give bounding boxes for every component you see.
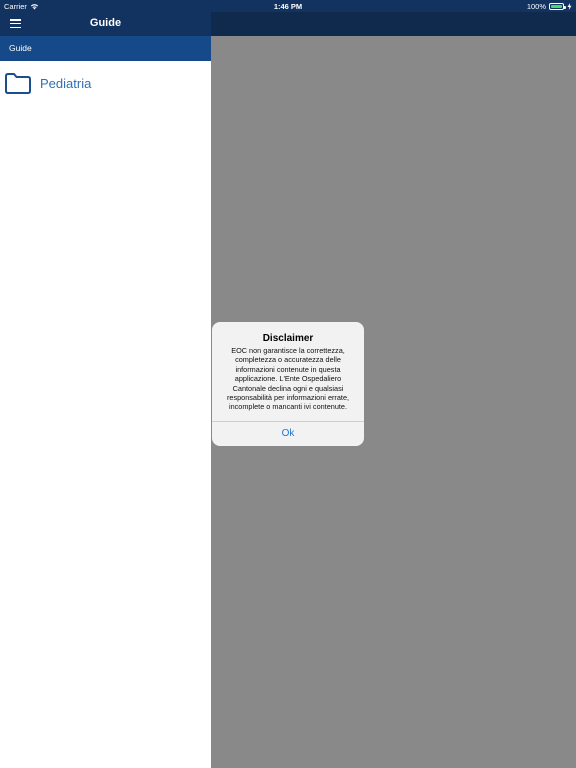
sidebar-panel: Guide Guide Pediatria — [0, 12, 211, 768]
status-bar: Carrier 1:46 PM 100% — [0, 0, 576, 12]
list-item-folder[interactable]: Pediatria — [0, 61, 211, 105]
charging-bolt-icon — [567, 3, 572, 10]
ok-button[interactable]: Ok — [212, 422, 364, 446]
breadcrumb: Guide — [0, 36, 211, 61]
folder-label: Pediatria — [40, 75, 92, 91]
disclaimer-alert: Disclaimer EOC non garantisce la corrett… — [212, 322, 364, 446]
breadcrumb-label[interactable]: Guide — [9, 43, 32, 53]
detail-navigation-bar — [211, 12, 576, 36]
alert-message: EOC non garantisce la correttezza, compl… — [226, 346, 350, 412]
battery-percent: 100% — [526, 2, 546, 11]
alert-title: Disclaimer — [262, 333, 314, 344]
sidebar-title: Guide — [89, 17, 122, 29]
folder-icon — [5, 72, 31, 94]
battery-level-fill — [551, 5, 562, 8]
status-time: 1:46 PM — [273, 2, 303, 11]
battery-info: 100% — [527, 2, 572, 11]
sidebar-navigation-bar: Guide — [0, 12, 211, 36]
battery-icon — [549, 3, 566, 10]
